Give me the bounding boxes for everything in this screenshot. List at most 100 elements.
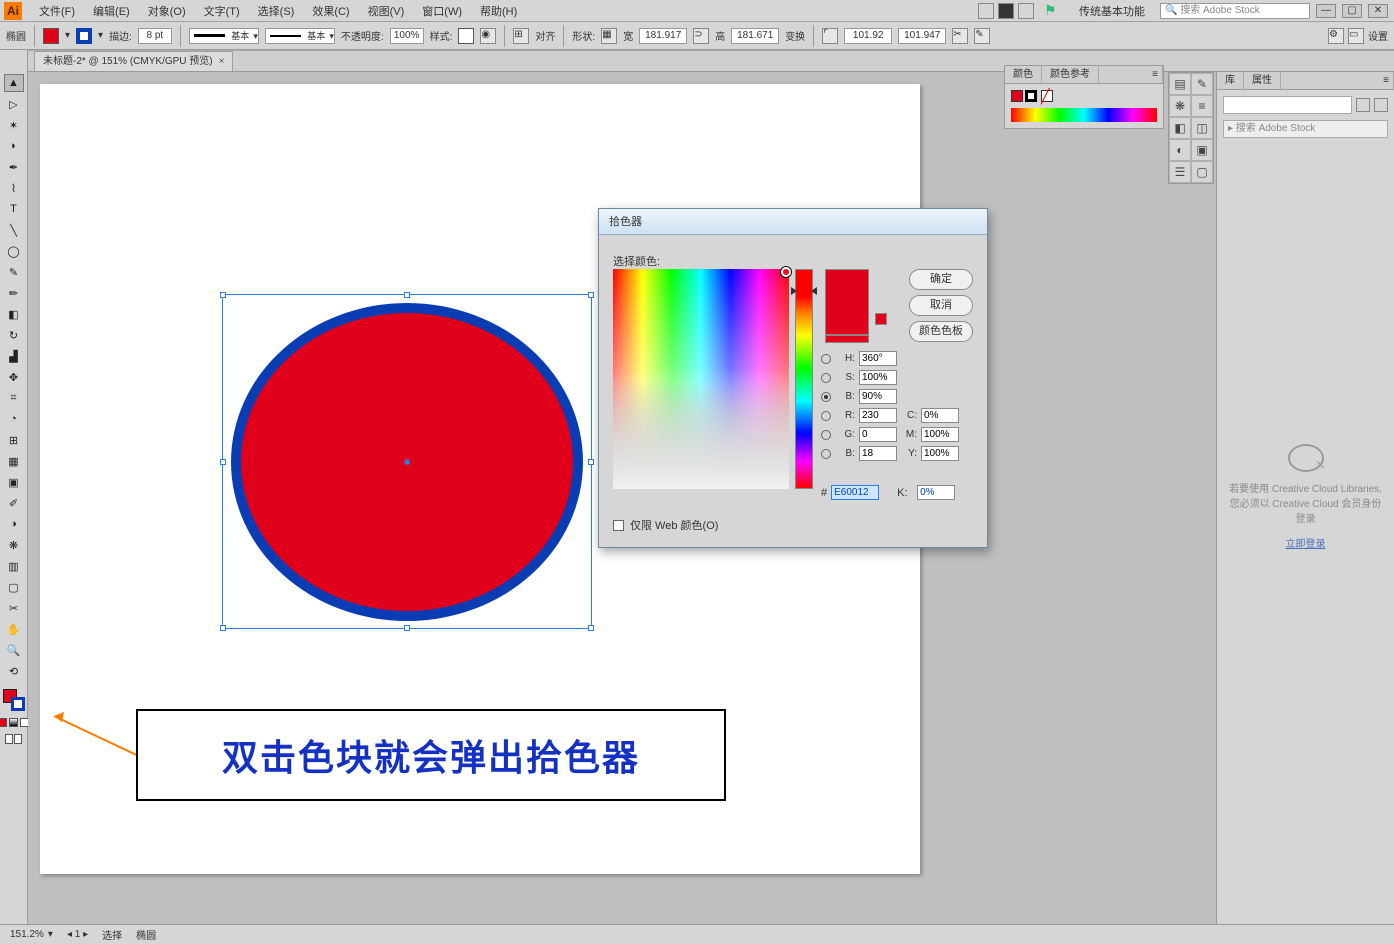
eyedropper-tool[interactable]: ✐	[4, 494, 24, 512]
dock-gradient-icon[interactable]: ◧	[1169, 117, 1191, 139]
rotate-tool[interactable]: ↻	[4, 326, 24, 344]
toggle-tool[interactable]: ⟲	[4, 662, 24, 680]
width-tool[interactable]: ✥	[4, 368, 24, 386]
stroke-weight-input[interactable]: 8 pt	[138, 28, 172, 44]
stroke-indicator[interactable]	[11, 697, 25, 711]
stroke-profile-dropdown[interactable]: 基本▾	[189, 28, 259, 44]
color-mode-icon[interactable]	[0, 718, 7, 727]
opacity-input[interactable]: 100%	[390, 28, 424, 44]
dock-swatches-icon[interactable]: ▤	[1169, 73, 1191, 95]
workspace-switcher[interactable]: 传统基本功能	[1070, 3, 1154, 19]
dock-brushes-icon[interactable]: ✎	[1191, 73, 1213, 95]
close-button[interactable]: ✕	[1368, 4, 1388, 18]
hand-tool[interactable]: ✋	[4, 620, 24, 638]
width-input[interactable]: 181.917	[639, 28, 687, 44]
edit-icon[interactable]: ✎	[974, 28, 990, 44]
cancel-button[interactable]: 取消	[909, 295, 973, 316]
fill-stroke-indicator[interactable]	[3, 689, 25, 711]
radio-r[interactable]	[821, 411, 831, 421]
radio-g[interactable]	[821, 430, 831, 440]
menu-file[interactable]: 文件(F)	[30, 3, 84, 19]
handle-ne[interactable]	[588, 292, 594, 298]
handle-s[interactable]	[404, 625, 410, 631]
input-h[interactable]	[859, 351, 897, 366]
minimize-button[interactable]: —	[1316, 4, 1336, 18]
hex-input[interactable]	[831, 485, 879, 500]
stroke-swatch[interactable]	[76, 28, 92, 44]
handle-w[interactable]	[220, 459, 226, 465]
library-signin-link[interactable]: 立即登录	[1227, 537, 1384, 552]
isolate-icon[interactable]: ✂	[952, 28, 968, 44]
hue-slider[interactable]	[795, 269, 813, 489]
spectrum-marker-icon[interactable]	[781, 267, 791, 277]
blend-tool[interactable]: ◑	[4, 515, 24, 533]
line-tool[interactable]: ╲	[4, 221, 24, 239]
menu-effect[interactable]: 效果(C)	[303, 3, 358, 19]
slice-tool[interactable]: ✂	[4, 599, 24, 617]
dock-stroke-icon[interactable]: ≡	[1191, 95, 1213, 117]
menu-edit[interactable]: 编辑(E)	[84, 3, 139, 19]
input-b[interactable]	[859, 389, 897, 404]
stock-search[interactable]: 🔍 搜索 Adobe Stock	[1160, 3, 1310, 19]
input-r[interactable]	[859, 408, 897, 423]
library-list-view-icon[interactable]	[1356, 98, 1370, 112]
color-panel-tab-color[interactable]: 颜色	[1005, 66, 1042, 83]
scale-tool[interactable]: ▟	[4, 347, 24, 365]
gradient-tool[interactable]: ▣	[4, 473, 24, 491]
dock-graphic-styles-icon[interactable]: ▣	[1191, 139, 1213, 161]
stroke-dropdown-icon[interactable]: ▾	[98, 30, 103, 41]
dock-layers-icon[interactable]: ☰	[1169, 161, 1191, 183]
dock-artboards-icon[interactable]: ▢	[1191, 161, 1213, 183]
direct-selection-tool[interactable]: ▷	[4, 95, 24, 113]
status-artboard-nav[interactable]: ◂ 1 ▸	[67, 929, 88, 940]
radio-s[interactable]	[821, 373, 831, 383]
library-grid-view-icon[interactable]	[1374, 98, 1388, 112]
fill-dropdown-icon[interactable]: ▾	[65, 30, 70, 41]
dialog-titlebar[interactable]: 拾色器	[599, 209, 987, 235]
column-graph-tool[interactable]: ▥	[4, 557, 24, 575]
mesh-tool[interactable]: ▦	[4, 452, 24, 470]
radio-b2[interactable]	[821, 449, 831, 459]
handle-sw[interactable]	[220, 625, 226, 631]
curvature-tool[interactable]: ⌇	[4, 179, 24, 197]
menu-type[interactable]: 文字(T)	[195, 3, 249, 19]
input-g[interactable]	[859, 427, 897, 442]
magic-wand-tool[interactable]: ✶	[4, 116, 24, 134]
height-input[interactable]: 181.671	[731, 28, 779, 44]
panel-stroke-swatch[interactable]	[1025, 90, 1037, 102]
panel-fill-swatch[interactable]	[1011, 90, 1023, 102]
gpu-icon[interactable]	[998, 3, 1014, 19]
recolor-icon[interactable]: ◉	[480, 28, 496, 44]
panel-spectrum-strip[interactable]	[1011, 108, 1157, 122]
paintbrush-tool[interactable]: ✎	[4, 263, 24, 281]
shape-builder-tool[interactable]: ◔	[4, 410, 24, 428]
handle-nw[interactable]	[220, 292, 226, 298]
lasso-tool[interactable]: ◗	[4, 137, 24, 155]
document-tab-close-icon[interactable]: ×	[219, 52, 225, 72]
selection-tool[interactable]: ▲	[4, 74, 24, 92]
doc-arrange-icon[interactable]	[978, 3, 994, 19]
handle-n[interactable]	[404, 292, 410, 298]
fill-swatch[interactable]	[43, 28, 59, 44]
hue-slider-pointer-icon[interactable]	[791, 287, 817, 295]
doc-setup-icon[interactable]: ▭	[1348, 28, 1364, 44]
screen-mode-full-icon[interactable]	[14, 734, 22, 744]
library-dropdown[interactable]	[1223, 96, 1352, 114]
ok-button[interactable]: 确定	[909, 269, 973, 290]
color-spectrum[interactable]	[613, 269, 789, 489]
dock-appearance-icon[interactable]: ◐	[1169, 139, 1191, 161]
maximize-button[interactable]: ▢	[1342, 4, 1362, 18]
color-swatches-button[interactable]: 颜色色板	[909, 321, 973, 342]
handle-e[interactable]	[588, 459, 594, 465]
libraries-tab[interactable]: 库	[1217, 72, 1244, 89]
input-s[interactable]	[859, 370, 897, 385]
ellipse-tool[interactable]: ◯	[4, 242, 24, 260]
color-panel-tab-guide[interactable]: 颜色参考	[1042, 66, 1099, 83]
library-search[interactable]: ▸ 搜索 Adobe Stock	[1223, 120, 1388, 138]
pencil-tool[interactable]: ✏	[4, 284, 24, 302]
eraser-tool[interactable]: ◧	[4, 305, 24, 323]
x-input[interactable]: 101.92	[844, 28, 892, 44]
corner-icon[interactable]: ⌜	[822, 28, 838, 44]
style-swatch[interactable]	[458, 28, 474, 44]
menu-help[interactable]: 帮助(H)	[471, 3, 526, 19]
